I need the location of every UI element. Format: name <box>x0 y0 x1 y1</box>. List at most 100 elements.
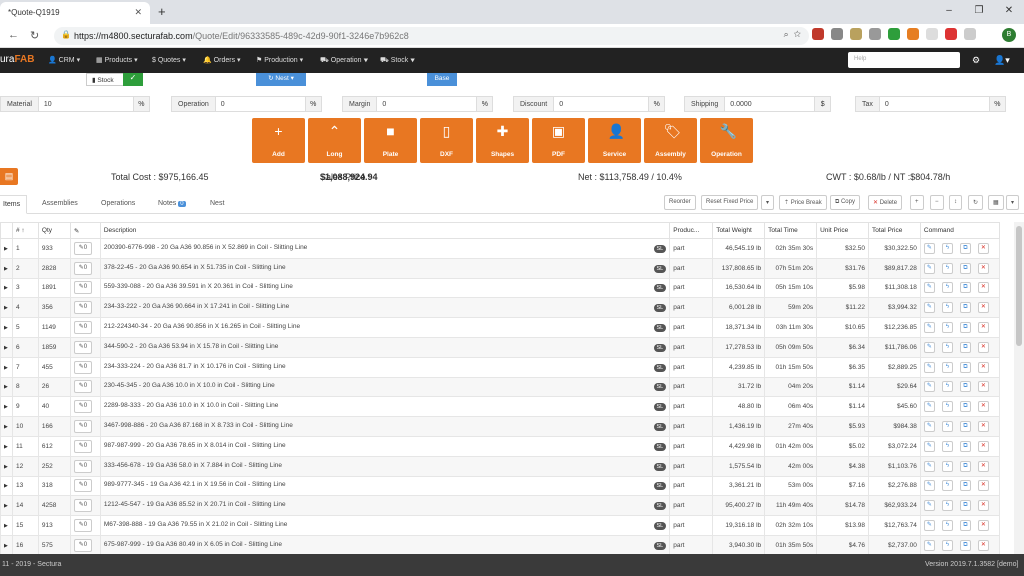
duplicate-icon[interactable]: ⧉ <box>959 302 971 314</box>
edit-icon[interactable]: ✎ <box>923 440 935 452</box>
delete-row-icon[interactable]: ✕ <box>977 381 989 393</box>
delete-row-icon[interactable]: ✕ <box>977 401 989 413</box>
row-description-cell[interactable]: 559-339-088 - 20 Ga A36 39.591 in X 20.3… <box>99 277 671 299</box>
tab-assemblies[interactable]: Assemblies <box>42 200 78 207</box>
expand-row-icon[interactable]: ▶ <box>0 416 13 437</box>
edit-icon[interactable]: ✎ <box>923 421 935 433</box>
delete-row-icon[interactable]: ✕ <box>977 421 989 433</box>
discount-input[interactable]: 0 <box>554 96 650 112</box>
fix-price-button[interactable]: ✎0 <box>73 439 92 453</box>
delete-row-icon[interactable]: ✕ <box>977 242 989 254</box>
copy-button[interactable]: ⧉ Copy <box>830 195 860 210</box>
tab-notes[interactable]: Notes 0 <box>158 200 186 207</box>
refresh-icon[interactable]: ↻ <box>968 195 984 210</box>
zoom-icon[interactable]: ⌕ <box>784 29 789 39</box>
extension-icon[interactable] <box>945 28 957 40</box>
close-window-icon[interactable]: ✕ <box>994 0 1024 24</box>
tab-operations[interactable]: Operations <box>101 200 135 207</box>
row-description-cell[interactable]: 234-333-224 - 20 Ga A36 81.7 in X 10.176… <box>99 356 671 378</box>
table-row[interactable]: ▶ 10 166 ✎0 3467-998-886 - 20 Ga A36 87.168 … <box>0 416 1001 437</box>
row-qty[interactable]: 1859 <box>37 336 71 358</box>
fix-price-button[interactable]: ✎0 <box>73 261 92 275</box>
row-description-cell[interactable]: 230-45-345 - 20 Ga A36 10.0 in X 10.0 in… <box>99 376 671 398</box>
fix-price-button[interactable]: ✎0 <box>73 241 92 255</box>
assembly-button[interactable]: 🏷 Assembly <box>644 118 697 163</box>
duplicate-icon[interactable]: ⧉ <box>959 361 971 373</box>
url-input[interactable]: 🔒 https://m4800.secturafab.com/Quote/Edi… <box>54 27 809 45</box>
reset-fixed-price-button[interactable]: Reset Fixed Price <box>701 195 759 210</box>
row-qty[interactable]: 166 <box>37 416 71 437</box>
row-description-cell[interactable]: 378-22-45 - 20 Ga A36 90.654 in X 51.735… <box>99 257 671 279</box>
fix-price-button[interactable]: ✎0 <box>73 499 92 513</box>
row-description-cell[interactable]: 987-987-999 - 20 Ga A36 78.65 in X 8.014… <box>99 435 671 457</box>
fix-price-button[interactable]: ✎0 <box>73 459 92 473</box>
stock-button[interactable]: ▮ Stock <box>86 73 124 86</box>
price-break-button[interactable]: ⇡ Price Break <box>779 195 827 210</box>
tax-input[interactable]: 0 <box>879 96 990 112</box>
row-qty[interactable]: 1149 <box>37 317 71 338</box>
duplicate-icon[interactable]: ⧉ <box>959 500 971 512</box>
column-header-product[interactable]: Produc... <box>669 222 714 239</box>
nav-crm[interactable]: 👤 CRM ▾ <box>48 56 80 64</box>
edit-icon[interactable]: ✎ <box>923 361 935 373</box>
user-icon[interactable]: 👤▾ <box>994 55 1010 66</box>
columns-dropdown-icon[interactable]: ▾ <box>1006 195 1020 210</box>
duplicate-icon[interactable]: ⧉ <box>959 282 971 294</box>
expand-row-icon[interactable]: ▶ <box>0 277 13 299</box>
nav-operation[interactable]: ⛟ Operation ▾ <box>320 56 368 65</box>
scrollbar-thumb[interactable] <box>1016 226 1022 346</box>
row-qty[interactable]: 455 <box>37 356 71 378</box>
add-button[interactable]: + Add <box>252 118 305 163</box>
reload-icon[interactable]: ↻ <box>30 29 39 42</box>
extension-icon[interactable] <box>812 28 824 40</box>
delete-row-icon[interactable]: ✕ <box>977 361 989 373</box>
duplicate-icon[interactable]: ⧉ <box>959 440 971 452</box>
expand-row-icon[interactable]: ▶ <box>0 317 13 338</box>
extension-icon[interactable] <box>869 28 881 40</box>
edit-icon[interactable]: ✎ <box>923 282 935 294</box>
expand-row-icon[interactable]: ▶ <box>0 515 13 536</box>
expand-row-icon[interactable]: ▶ <box>0 238 13 259</box>
back-icon[interactable]: ← <box>8 29 19 41</box>
expand-row-icon[interactable]: ▶ <box>0 257 13 279</box>
nav-orders[interactable]: 🔔 Orders ▾ <box>203 56 241 64</box>
expand-row-icon[interactable]: ▶ <box>0 534 13 556</box>
fix-price-button[interactable]: ✎0 <box>73 281 92 295</box>
bolt-icon[interactable]: ϟ <box>941 440 953 452</box>
column-header-fix[interactable]: ✎ <box>69 222 101 239</box>
table-row[interactable]: ▶ 3 1891 ✎0 559-339-088 - 20 Ga A36 39.591 i… <box>0 277 1001 299</box>
fix-price-button[interactable]: ✎0 <box>73 340 92 354</box>
reset-dropdown-icon[interactable]: ▾ <box>761 195 775 210</box>
extension-icon[interactable] <box>926 28 938 40</box>
row-description-cell[interactable]: 2289-98-333 - 20 Ga A36 10.0 in X 10.0 i… <box>99 396 671 418</box>
edit-icon[interactable]: ✎ <box>923 401 935 413</box>
nav-quotes[interactable]: $ Quotes ▾ <box>152 56 186 64</box>
row-description-cell[interactable]: 1212-45-547 - 19 Ga A36 85.52 in X 20.71… <box>99 495 671 517</box>
duplicate-icon[interactable]: ⧉ <box>959 341 971 353</box>
bolt-icon[interactable]: ϟ <box>941 322 953 334</box>
duplicate-icon[interactable]: ⧉ <box>959 520 971 532</box>
row-qty[interactable]: 575 <box>37 534 71 556</box>
fix-price-button[interactable]: ✎0 <box>73 400 92 414</box>
edit-icon[interactable]: ✎ <box>923 500 935 512</box>
extension-icon[interactable] <box>907 28 919 40</box>
column-header-weight[interactable]: Total Weight <box>712 222 766 239</box>
table-row[interactable]: ▶ 13 318 ✎0 989-9777-345 - 19 Ga A36 42.1 in… <box>0 475 1001 497</box>
table-row[interactable]: ▶ 6 1859 ✎0 344-590-2 - 20 Ga A36 53.94 in X… <box>0 336 1001 358</box>
shapes-button[interactable]: ✚ Shapes <box>476 118 529 163</box>
table-row[interactable]: ▶ 16 575 ✎0 675-987-999 - 19 Ga A36 80.49 in… <box>0 534 1001 556</box>
tab-nest[interactable]: Nest <box>210 200 224 207</box>
extension-icon[interactable] <box>888 28 900 40</box>
row-description-cell[interactable]: 344-590-2 - 20 Ga A36 53.94 in X 15.78 i… <box>99 336 671 358</box>
expand-row-icon[interactable]: ▶ <box>0 297 13 319</box>
edit-icon[interactable]: ✎ <box>923 242 935 254</box>
edit-icon[interactable]: ✎ <box>923 539 935 551</box>
margin-input[interactable]: 0 <box>377 96 478 112</box>
delete-row-icon[interactable]: ✕ <box>977 440 989 452</box>
restore-icon[interactable]: ❐ <box>964 0 994 24</box>
edit-icon[interactable]: ✎ <box>923 341 935 353</box>
fix-price-button[interactable]: ✎0 <box>73 380 92 394</box>
edit-icon[interactable]: ✎ <box>923 520 935 532</box>
row-description-cell[interactable]: 3467-998-886 - 20 Ga A36 87.168 in X 8.7… <box>99 416 671 437</box>
table-row[interactable]: ▶ 4 356 ✎0 234-33-222 - 20 Ga A36 90.664 in … <box>0 297 1001 319</box>
